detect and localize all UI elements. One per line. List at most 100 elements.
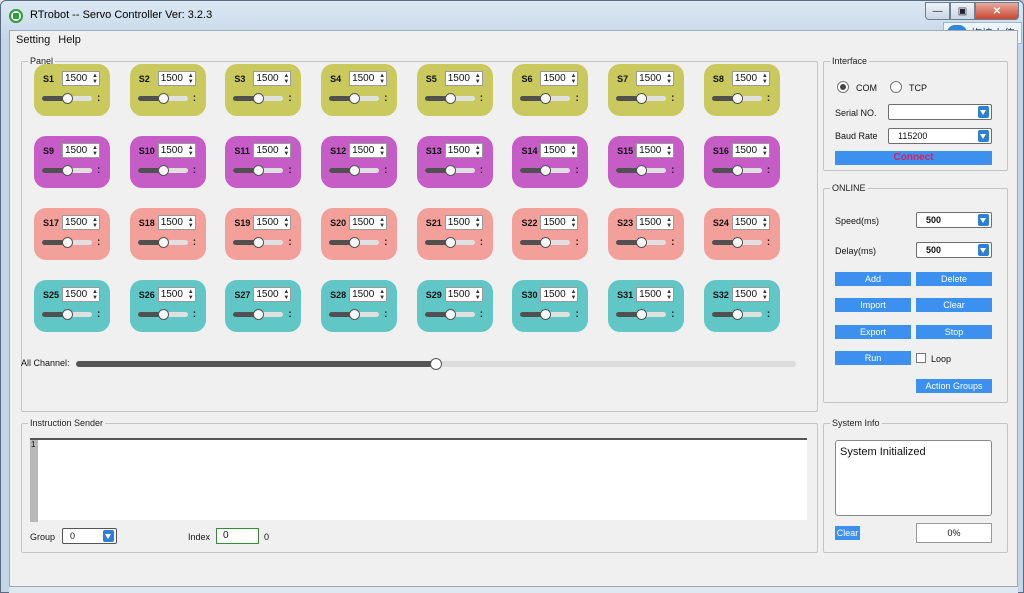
spin-arrows-icon[interactable]: ▲ ▼ (762, 145, 768, 157)
delay-select[interactable]: 500 (916, 242, 992, 258)
servo-slider[interactable] (616, 165, 667, 176)
title-bar[interactable]: RTrobot -- Servo Controller Ver: 3.2.3 —… (1, 1, 1023, 29)
servo-slider[interactable] (520, 309, 571, 320)
spin-arrows-icon[interactable]: ▲ ▼ (570, 73, 576, 85)
all-channel-slider[interactable] (76, 358, 796, 370)
servo-slider[interactable] (42, 165, 92, 176)
servo-pulse-spinbox[interactable]: 1500 ▲ ▼ (253, 71, 292, 86)
servo-slider-handle[interactable] (540, 93, 552, 104)
spin-arrows-icon[interactable]: ▲ ▼ (475, 73, 481, 85)
group-select[interactable]: 0 (62, 528, 117, 544)
spin-arrows-icon[interactable]: ▲ ▼ (762, 289, 768, 301)
servo-pulse-spinbox[interactable]: 1500 ▲ ▼ (636, 215, 675, 230)
servo-slider-handle[interactable] (157, 237, 169, 248)
servo-slider-handle[interactable] (636, 165, 648, 176)
servo-slider[interactable] (137, 165, 188, 176)
servo-slider[interactable] (233, 237, 284, 248)
spin-arrows-icon[interactable]: ▲ ▼ (379, 289, 385, 301)
servo-pulse-spinbox[interactable]: 1500 ▲ ▼ (349, 71, 388, 86)
servo-slider-handle[interactable] (253, 237, 265, 248)
loop-checkbox[interactable] (916, 353, 926, 363)
spin-arrows-icon[interactable]: ▲ ▼ (666, 217, 672, 229)
maximize-button[interactable]: ▣ (950, 2, 975, 20)
delete-button[interactable]: Delete (916, 272, 992, 286)
servo-pulse-spinbox[interactable]: 1500 ▲ ▼ (636, 71, 675, 86)
servo-pulse-spinbox[interactable]: 1500 ▲ ▼ (444, 143, 483, 158)
speed-select[interactable]: 500 (916, 212, 992, 228)
spin-arrows-icon[interactable]: ▲ ▼ (666, 289, 672, 301)
spin-arrows-icon[interactable]: ▲ ▼ (92, 73, 98, 85)
add-button[interactable]: Add (835, 272, 911, 286)
stop-button[interactable]: Stop (916, 325, 992, 339)
spin-arrows-icon[interactable]: ▲ ▼ (92, 145, 98, 157)
serial-no-select[interactable] (888, 104, 992, 120)
servo-slider[interactable] (42, 237, 92, 248)
servo-slider[interactable] (424, 165, 475, 176)
close-button[interactable]: ✕ (975, 2, 1019, 20)
servo-pulse-spinbox[interactable]: 1500 ▲ ▼ (540, 215, 579, 230)
servo-slider-handle[interactable] (349, 309, 361, 320)
servo-pulse-spinbox[interactable]: 1500 ▲ ▼ (62, 71, 100, 86)
spin-arrows-icon[interactable]: ▲ ▼ (475, 217, 481, 229)
servo-pulse-spinbox[interactable]: 1500 ▲ ▼ (731, 143, 770, 158)
servo-slider-handle[interactable] (62, 237, 73, 248)
servo-pulse-spinbox[interactable]: 1500 ▲ ▼ (253, 143, 292, 158)
servo-slider-handle[interactable] (349, 237, 361, 248)
spin-arrows-icon[interactable]: ▲ ▼ (92, 289, 98, 301)
servo-slider[interactable] (520, 165, 571, 176)
servo-pulse-spinbox[interactable]: 1500 ▲ ▼ (731, 287, 770, 302)
spin-arrows-icon[interactable]: ▲ ▼ (188, 145, 194, 157)
servo-slider-handle[interactable] (444, 93, 456, 104)
menu-setting[interactable]: Setting (15, 34, 51, 46)
servo-slider-handle[interactable] (62, 165, 73, 176)
spin-arrows-icon[interactable]: ▲ ▼ (92, 217, 98, 229)
servo-slider-handle[interactable] (540, 165, 552, 176)
servo-slider-handle[interactable] (731, 309, 743, 320)
servo-slider[interactable] (424, 237, 475, 248)
com-radio[interactable] (837, 81, 849, 93)
servo-pulse-spinbox[interactable]: 1500 ▲ ▼ (62, 215, 100, 230)
spin-arrows-icon[interactable]: ▲ ▼ (283, 217, 289, 229)
servo-slider-handle[interactable] (62, 309, 73, 320)
servo-slider-handle[interactable] (253, 93, 265, 104)
servo-slider[interactable] (520, 237, 571, 248)
spin-arrows-icon[interactable]: ▲ ▼ (570, 217, 576, 229)
servo-slider-handle[interactable] (731, 93, 743, 104)
export-button[interactable]: Export (835, 325, 911, 339)
servo-slider[interactable] (424, 93, 475, 104)
servo-slider-handle[interactable] (636, 309, 648, 320)
servo-pulse-spinbox[interactable]: 1500 ▲ ▼ (540, 143, 579, 158)
spin-arrows-icon[interactable]: ▲ ▼ (379, 73, 385, 85)
tcp-radio[interactable] (890, 81, 902, 93)
servo-pulse-spinbox[interactable]: 1500 ▲ ▼ (636, 287, 675, 302)
servo-slider-handle[interactable] (731, 165, 743, 176)
minimize-button[interactable]: — (925, 2, 950, 20)
servo-pulse-spinbox[interactable]: 1500 ▲ ▼ (349, 287, 388, 302)
servo-slider-handle[interactable] (253, 165, 265, 176)
servo-slider-handle[interactable] (444, 309, 456, 320)
servo-slider-handle[interactable] (349, 93, 361, 104)
servo-slider[interactable] (233, 165, 284, 176)
servo-slider[interactable] (711, 165, 762, 176)
servo-pulse-spinbox[interactable]: 1500 ▲ ▼ (444, 215, 483, 230)
servo-slider[interactable] (711, 237, 762, 248)
servo-slider[interactable] (329, 93, 380, 104)
spin-arrows-icon[interactable]: ▲ ▼ (666, 73, 672, 85)
servo-slider[interactable] (137, 309, 188, 320)
spin-arrows-icon[interactable]: ▲ ▼ (379, 217, 385, 229)
connect-button[interactable]: Connect (835, 151, 992, 165)
servo-pulse-spinbox[interactable]: 1500 ▲ ▼ (636, 143, 675, 158)
servo-pulse-spinbox[interactable]: 1500 ▲ ▼ (157, 215, 196, 230)
system-info-clear-button[interactable]: Clear (835, 526, 860, 540)
servo-slider[interactable] (520, 93, 571, 104)
servo-slider-handle[interactable] (157, 93, 169, 104)
servo-slider-handle[interactable] (636, 93, 648, 104)
spin-arrows-icon[interactable]: ▲ ▼ (188, 289, 194, 301)
servo-slider-handle[interactable] (731, 237, 743, 248)
baud-rate-select[interactable]: 115200 (888, 128, 992, 144)
servo-slider[interactable] (424, 309, 475, 320)
clear-button[interactable]: Clear (916, 298, 992, 312)
servo-slider[interactable] (616, 309, 667, 320)
spin-arrows-icon[interactable]: ▲ ▼ (570, 289, 576, 301)
servo-pulse-spinbox[interactable]: 1500 ▲ ▼ (540, 287, 579, 302)
